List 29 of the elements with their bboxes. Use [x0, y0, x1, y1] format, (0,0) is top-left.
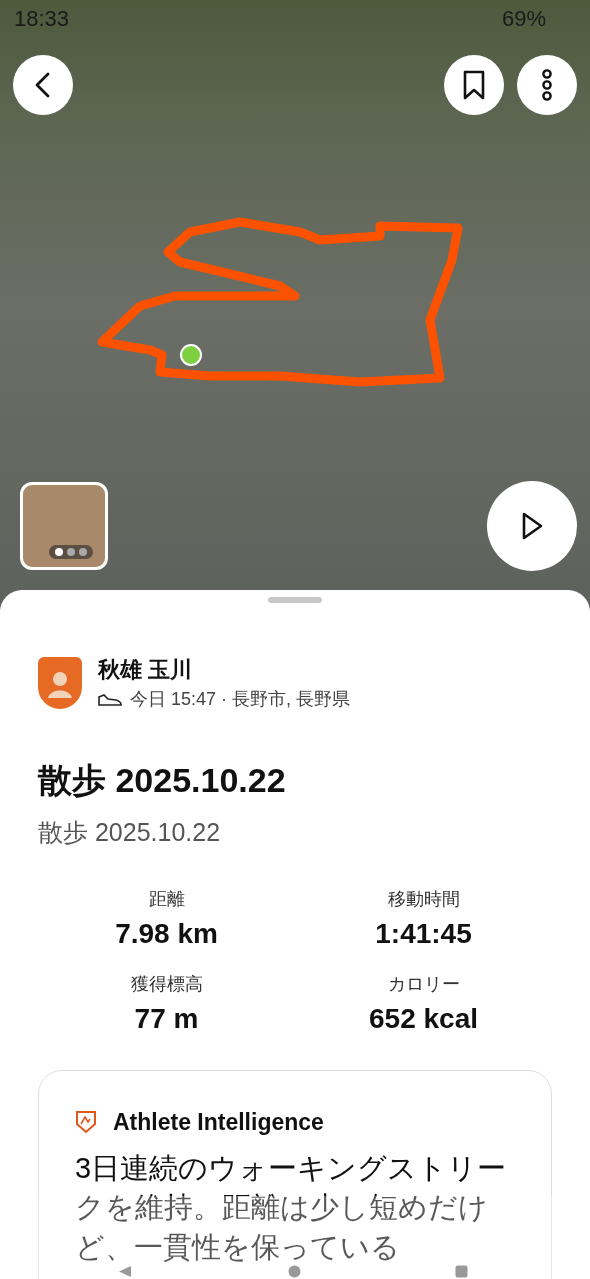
insight-text: 3日連続のウォーキングストリークを維持。距離は少し短めだけど、一貫性を保っている: [75, 1151, 508, 1265]
stat-value: 652 kcal: [368, 1001, 479, 1036]
carousel-dot[interactable]: [67, 548, 75, 556]
status-time: 18:33: [14, 4, 70, 33]
activity-title: 散歩 2025.10.22: [38, 760, 287, 801]
bookmark-icon: [462, 70, 486, 100]
stat-label: 獲得標高: [129, 972, 204, 996]
stat-label: カロリー: [386, 972, 461, 996]
stat-value: 1:41:45: [374, 916, 473, 951]
badge-icon: [75, 1109, 97, 1134]
activity-meta: 今日 15:47 · 長野市, 長野県: [130, 688, 351, 711]
more-icon: [541, 69, 553, 101]
battery-level: 69%: [501, 4, 546, 33]
stat-label: 距離: [147, 887, 186, 911]
activity-description: 散歩 2025.10.22: [38, 817, 222, 848]
stat-value: 7.98 km: [114, 916, 219, 951]
play-icon: [520, 511, 544, 541]
carousel-dot[interactable]: [79, 548, 87, 556]
athlete-name[interactable]: 秋雄 玉川: [98, 653, 351, 686]
stat-label: 移動時間: [386, 887, 461, 911]
avatar[interactable]: [38, 657, 82, 709]
home-nav-icon[interactable]: [288, 1265, 301, 1278]
carousel-dot[interactable]: [55, 548, 63, 556]
drag-handle[interactable]: [268, 597, 322, 603]
insight-title: Athlete Intelligence: [113, 1107, 324, 1137]
stat-value: 77 m: [133, 1001, 200, 1036]
photo-placeholder[interactable]: [20, 482, 108, 570]
back-nav-icon[interactable]: [118, 1265, 132, 1278]
shoe-icon: [98, 692, 122, 707]
